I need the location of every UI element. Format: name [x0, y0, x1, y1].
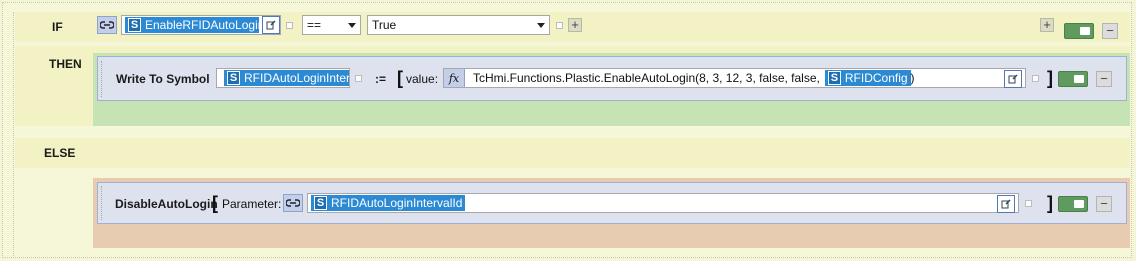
- parameter-checkbox[interactable]: [1025, 200, 1032, 207]
- param-symbol-name: RFIDAutoLoginIntervalId: [331, 196, 463, 210]
- link-symbol-button[interactable]: [283, 194, 303, 212]
- assign-operator: :=: [375, 72, 387, 86]
- symbol-chip[interactable]: S RFIDAutoLoginInter: [224, 70, 349, 86]
- parameter-label: Parameter:: [222, 197, 282, 211]
- symbol-s-icon: S: [314, 196, 327, 210]
- compare-value: True: [372, 18, 397, 32]
- expression-field[interactable]: fx TcHmi.Functions.Plastic.EnableAutoLog…: [443, 68, 1026, 88]
- chevron-down-icon: [537, 22, 545, 28]
- if-keyword: IF: [52, 20, 63, 34]
- chevron-down-icon: [348, 22, 356, 28]
- symbol-s-icon: S: [128, 18, 141, 32]
- link-icon: [286, 199, 300, 207]
- target-symbol-field[interactable]: S RFIDAutoLoginInter: [216, 68, 350, 88]
- link-symbol-button[interactable]: [97, 16, 117, 34]
- expression-close-paren: ): [910, 71, 915, 85]
- action-label: Write To Symbol: [116, 72, 210, 86]
- expression-text: TcHmi.Functions.Plastic.EnableAutoLogin(…: [473, 71, 820, 85]
- symbol-chip[interactable]: S EnableRFIDAutoLogin: [125, 17, 259, 33]
- symbol-chip[interactable]: S RFIDConfig: [824, 70, 911, 86]
- else-row: [15, 138, 1130, 168]
- close-bracket: ]: [1047, 193, 1053, 213]
- else-enable-toggle[interactable]: [1058, 196, 1088, 212]
- function-name: DisableAutoLogin: [115, 197, 218, 211]
- symbol-s-icon: S: [827, 71, 841, 85]
- symbol-chip[interactable]: S RFIDAutoLoginIntervalId: [311, 195, 466, 211]
- add-block-button[interactable]: +: [1040, 18, 1054, 32]
- expression-checkbox[interactable]: [1032, 75, 1039, 82]
- else-keyword: ELSE: [44, 146, 76, 160]
- edit-parameter-icon[interactable]: [997, 195, 1015, 213]
- edit-symbol-icon[interactable]: [262, 16, 280, 34]
- remove-action-button[interactable]: −: [1096, 71, 1112, 87]
- remove-if-button[interactable]: −: [1102, 23, 1118, 39]
- close-bracket: ]: [1047, 68, 1053, 88]
- open-bracket: [: [212, 193, 218, 213]
- function-fx-icon[interactable]: fx: [444, 69, 465, 87]
- value-label: value:: [406, 72, 439, 86]
- edit-expression-icon[interactable]: [1004, 70, 1022, 88]
- add-condition-button[interactable]: +: [568, 18, 582, 32]
- target-checkbox[interactable]: [355, 75, 362, 82]
- link-icon: [100, 21, 114, 29]
- drag-grip[interactable]: [101, 186, 102, 220]
- then-keyword: THEN: [49, 57, 82, 71]
- if-symbol-name: EnableRFIDAutoLogin: [145, 18, 259, 32]
- operator-value: ==: [307, 18, 322, 32]
- open-bracket: [: [397, 68, 403, 88]
- symbol-s-icon: S: [227, 71, 240, 85]
- expression-symbol-name: RFIDConfig: [844, 71, 908, 85]
- operator-select[interactable]: ==: [302, 15, 361, 35]
- if-symbol-field[interactable]: S EnableRFIDAutoLogin: [121, 15, 281, 35]
- parameter-field[interactable]: S RFIDAutoLoginIntervalId: [307, 193, 1019, 213]
- drag-grip[interactable]: [101, 61, 102, 97]
- then-enable-toggle[interactable]: [1058, 71, 1088, 87]
- if-value-checkbox[interactable]: [556, 22, 563, 29]
- compare-value-select[interactable]: True: [367, 15, 550, 35]
- if-enable-toggle[interactable]: [1064, 23, 1094, 39]
- nesting-guide-line: [13, 12, 14, 256]
- target-symbol-name: RFIDAutoLoginInter: [244, 71, 349, 85]
- remove-function-button[interactable]: −: [1096, 196, 1112, 212]
- if-symbol-checkbox[interactable]: [286, 22, 293, 29]
